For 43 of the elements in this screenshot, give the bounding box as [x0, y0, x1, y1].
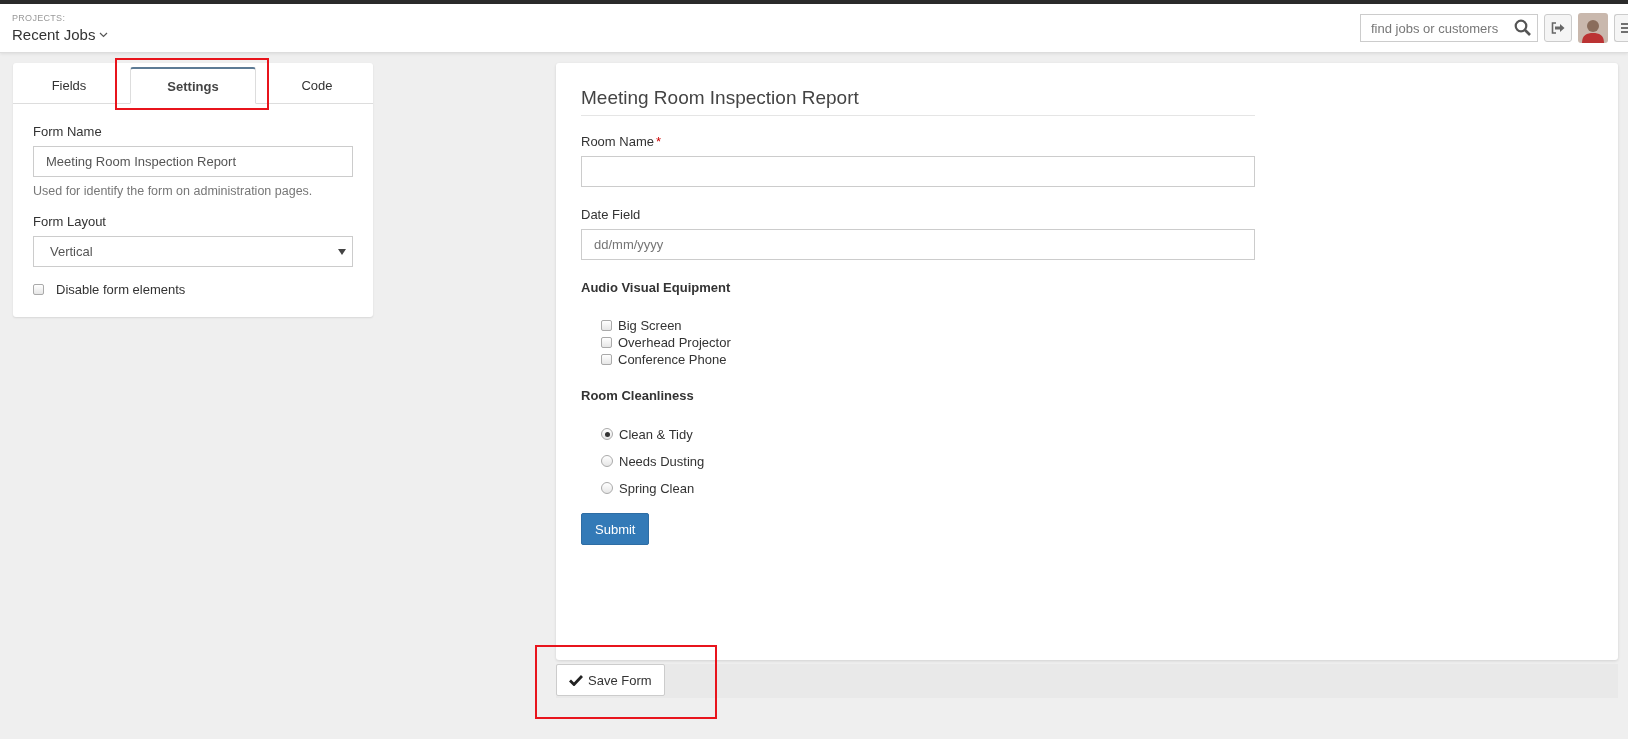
field-label: Date Field: [581, 207, 642, 222]
submit-button[interactable]: Submit: [581, 513, 650, 545]
radio-label: Spring Clean: [619, 480, 695, 496]
search-field[interactable]: find jobs or customers: [1360, 14, 1538, 42]
layout-dropdown[interactable]: Vertical: [33, 236, 353, 267]
help-text: Used for identify the form on administration pages.: [33, 184, 314, 198]
field-label: Form Name: [33, 124, 103, 139]
field-label: Room Name*: [581, 134, 663, 149]
checkbox-label: Conference Phone: [618, 352, 727, 367]
sign-out-icon: [1551, 22, 1565, 34]
menu-button[interactable]: [1614, 14, 1628, 42]
checkbox-label: Overhead Projector: [618, 335, 731, 350]
form-name-field[interactable]: Meeting Room Inspection Report: [33, 146, 353, 177]
menu-icon: [1621, 23, 1628, 33]
checkmark-icon: [569, 674, 583, 686]
checkbox[interactable]: [601, 337, 612, 348]
user-avatar[interactable]: [1578, 13, 1608, 43]
radio-label: Needs Dusting: [619, 453, 705, 469]
radio-button[interactable]: [601, 428, 613, 440]
save-form-button[interactable]: Save Form: [556, 664, 665, 696]
radio-button[interactable]: [601, 482, 613, 494]
checkbox[interactable]: [33, 284, 44, 295]
group-label: Audio Visual Equipment: [581, 280, 732, 295]
field-label: Form Layout: [33, 214, 107, 229]
project-dropdown[interactable]: Recent Jobs: [12, 26, 109, 43]
projects-label: PROJECTS:: [12, 13, 67, 23]
tab[interactable]: Code: [261, 67, 373, 104]
group-label: Room Cleanliness: [581, 388, 695, 403]
radio-label: Clean & Tidy: [619, 426, 693, 442]
checkbox-label: Big Screen: [618, 318, 682, 333]
checkbox[interactable]: [601, 354, 612, 365]
date-field[interactable]: dd/mm/yyyy: [581, 229, 1255, 260]
form-title: Meeting Room Inspection Report: [581, 87, 1255, 116]
checkbox-label: Disable form elements: [56, 282, 186, 297]
chevron-down-icon: [99, 31, 109, 38]
radio-button[interactable]: [601, 455, 613, 467]
checkbox[interactable]: [601, 320, 612, 331]
text-field[interactable]: [581, 156, 1255, 187]
dropdown-arrow-icon: [338, 248, 346, 255]
search-icon[interactable]: [1514, 19, 1531, 36]
logout-button[interactable]: [1544, 14, 1572, 42]
tab[interactable]: Settings: [130, 67, 256, 104]
tab[interactable]: Fields: [13, 67, 125, 104]
